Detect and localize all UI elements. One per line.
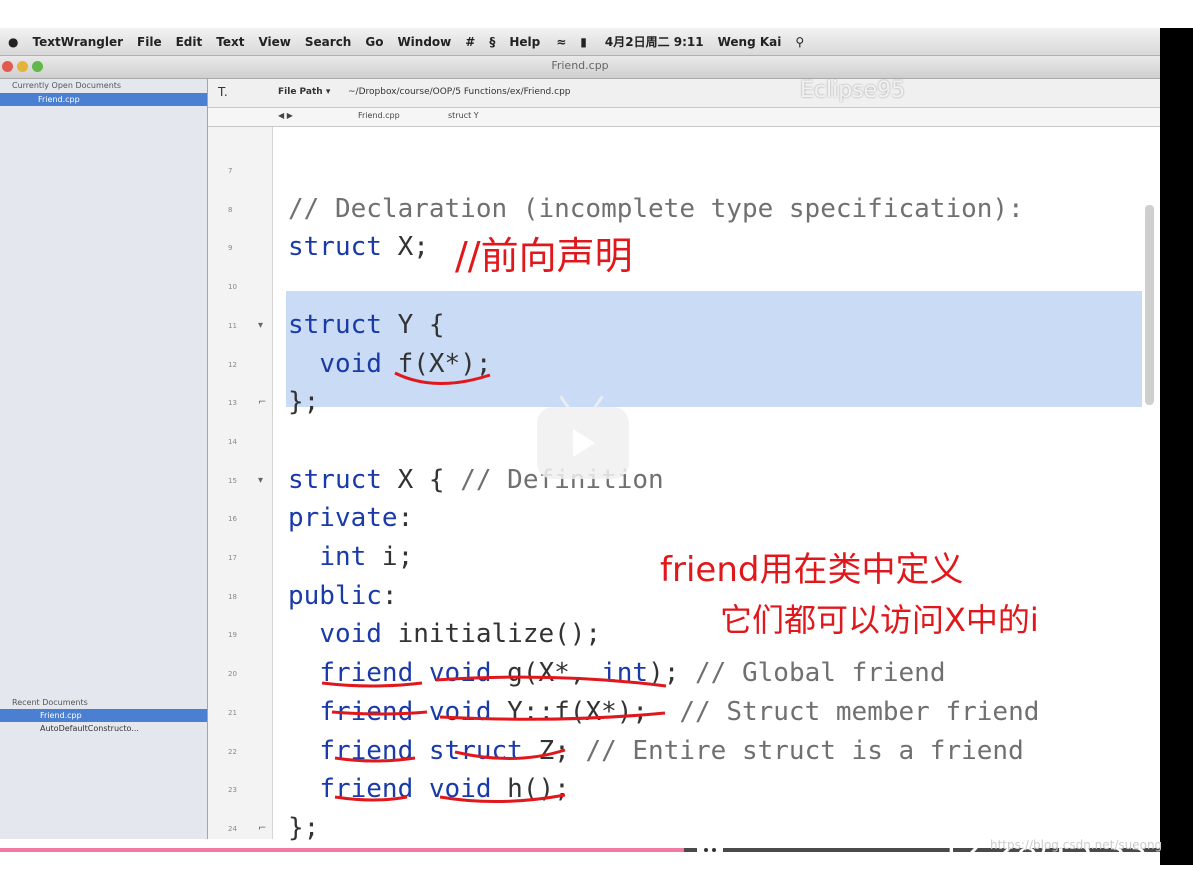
- fold-triangle-icon[interactable]: ▾: [258, 475, 263, 486]
- code-line: friend struct Z; // Entire struct is a f…: [319, 735, 1024, 766]
- menubar-date[interactable]: 4月2日周二 9:11: [605, 33, 704, 50]
- code-line: // Declaration (incomplete type specific…: [288, 193, 1024, 224]
- line-number: 8: [228, 205, 233, 214]
- code-line: };: [288, 812, 320, 843]
- menubar-user[interactable]: Weng Kai: [718, 35, 782, 49]
- line-number: 13: [228, 399, 237, 408]
- menu-text[interactable]: Text: [216, 35, 244, 49]
- file-path-label[interactable]: File Path ▾: [278, 87, 330, 97]
- line-number: 7: [228, 167, 233, 175]
- open-document-item[interactable]: Friend.cpp: [0, 93, 207, 106]
- apple-icon[interactable]: ●: [8, 35, 18, 49]
- line-number: 20: [228, 670, 237, 679]
- line-number: 11: [228, 321, 237, 330]
- handwritten-note-friend-1: friend用在类中定义: [660, 550, 964, 590]
- editor-scrollbar[interactable]: [1145, 205, 1154, 405]
- nav-file-popup[interactable]: Friend.cpp: [358, 111, 400, 120]
- code-line: struct X;: [288, 232, 429, 263]
- video-progress-fill: [0, 848, 685, 852]
- menu-file[interactable]: File: [137, 35, 162, 49]
- recent-document-item[interactable]: AutoDefaultConstructo...: [0, 722, 207, 735]
- code-line: void initialize();: [319, 619, 602, 650]
- handwritten-note-forward-declaration: //前向声明: [455, 234, 633, 278]
- code-line: friend void h();: [319, 774, 570, 805]
- play-icon: [573, 429, 595, 457]
- code-line: };: [288, 387, 320, 418]
- file-path-value: ~/Dropbox/course/OOP/5 Functions/ex/Frie…: [348, 87, 571, 97]
- line-number: 10: [228, 283, 237, 292]
- recent-documents: Recent Documents Friend.cpp AutoDefaultC…: [0, 696, 207, 735]
- app-menu[interactable]: TextWrangler: [32, 35, 123, 49]
- watermark-url: https://blog.csdn.net/sueong: [990, 838, 1163, 852]
- line-number: 12: [228, 360, 237, 369]
- wifi-icon[interactable]: ≈: [556, 35, 566, 49]
- window-titlebar: Friend.cpp: [0, 56, 1160, 79]
- menu-hash[interactable]: #: [465, 35, 475, 49]
- nav-arrows-icon[interactable]: ◀ ▶: [278, 111, 293, 120]
- nav-symbol-popup[interactable]: struct Y: [448, 111, 479, 120]
- file-path-toolbar: T. File Path ▾ ~/Dropbox/course/OOP/5 Fu…: [208, 79, 1160, 108]
- code-line: private:: [288, 503, 414, 534]
- line-number: 15: [228, 476, 237, 485]
- video-side-bar: [1160, 28, 1193, 865]
- menu-go[interactable]: Go: [365, 35, 383, 49]
- text-options-icon[interactable]: T.: [218, 85, 228, 99]
- watermark-text: Eclipse95: [800, 78, 906, 103]
- line-number: 18: [228, 592, 237, 601]
- code-line: void f(X*);: [319, 348, 492, 379]
- window-title: Friend.cpp: [551, 59, 609, 72]
- handwritten-note-friend-2: 它们都可以访问X中的i: [720, 601, 1039, 639]
- menu-search[interactable]: Search: [305, 35, 351, 49]
- open-documents-header: Currently Open Documents: [12, 81, 122, 90]
- line-number: 24: [228, 824, 237, 833]
- line-number: 16: [228, 515, 237, 524]
- line-number: 23: [228, 786, 237, 795]
- navigation-bar: ◀ ▶ Friend.cpp struct Y: [208, 108, 1160, 127]
- spotlight-icon[interactable]: ⚲: [795, 35, 804, 49]
- top-white-band: [0, 0, 1193, 28]
- menu-view[interactable]: View: [258, 35, 290, 49]
- code-line: friend void g(X*, int); // Global friend: [319, 658, 946, 689]
- line-number: 14: [228, 437, 237, 446]
- line-number-gutter: [208, 127, 273, 839]
- fold-triangle-icon[interactable]: ▾: [258, 320, 263, 331]
- line-number: 19: [228, 631, 237, 640]
- code-line: int i;: [319, 542, 414, 572]
- line-number: 21: [228, 708, 237, 717]
- code-line: struct Y {: [288, 309, 445, 340]
- recent-document-item[interactable]: Friend.cpp: [0, 709, 207, 722]
- line-number: 9: [228, 244, 233, 253]
- line-number: 22: [228, 747, 237, 756]
- battery-icon[interactable]: ▮: [580, 35, 587, 49]
- line-number: 17: [228, 554, 237, 562]
- play-button[interactable]: [537, 395, 629, 479]
- fold-end-icon[interactable]: ⌐: [258, 397, 266, 408]
- menu-help[interactable]: Help: [509, 35, 540, 49]
- menu-scripts[interactable]: §: [489, 35, 495, 49]
- fold-end-icon[interactable]: ⌐: [258, 823, 266, 834]
- documents-sidebar: Currently Open Documents Friend.cpp Rece…: [0, 79, 208, 839]
- recent-documents-header: Recent Documents: [12, 698, 88, 707]
- progress-knob-icon[interactable]: [695, 834, 725, 862]
- menu-window[interactable]: Window: [397, 35, 451, 49]
- code-line: friend void Y::f(X*); // Struct member f…: [319, 696, 1040, 727]
- menu-edit[interactable]: Edit: [176, 35, 203, 49]
- menu-bar: ● TextWrangler File Edit Text View Searc…: [0, 28, 1160, 56]
- code-line: public:: [288, 580, 398, 611]
